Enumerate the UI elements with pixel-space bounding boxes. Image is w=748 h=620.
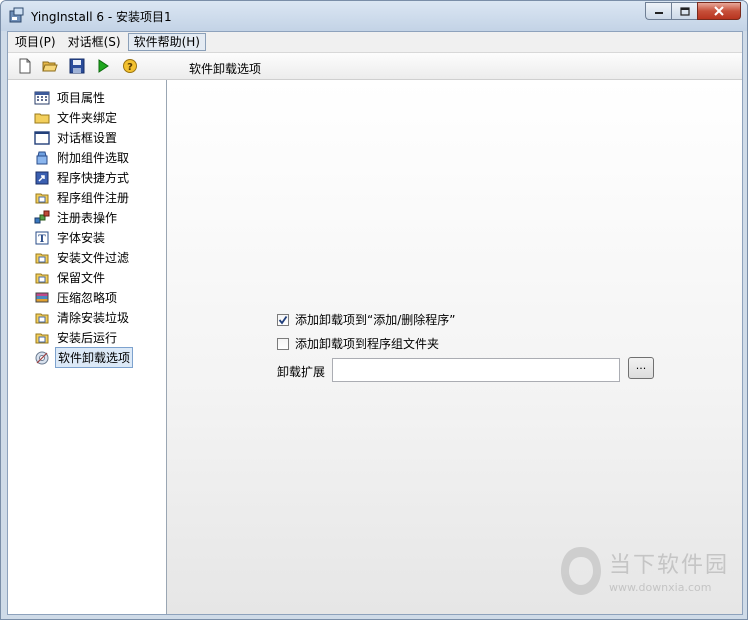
program-group-checkbox[interactable]: [277, 337, 289, 350]
sidebar-item-label: 程序组件注册: [57, 191, 130, 205]
sidebar-item-shortcuts[interactable]: 程序快捷方式: [34, 168, 131, 187]
sidebar-item-uninstall-options[interactable]: 软件卸载选项: [34, 347, 134, 368]
run-button[interactable]: [94, 57, 112, 75]
close-icon: [714, 6, 724, 16]
clean-icon: [34, 310, 50, 326]
run-after-icon: [34, 330, 50, 346]
save-button[interactable]: [68, 57, 86, 75]
new-file-icon: [19, 58, 31, 74]
sidebar-item-addon-components[interactable]: 附加组件选取: [34, 148, 131, 167]
add-remove-programs-checkbox[interactable]: [277, 313, 289, 326]
window-controls: [645, 2, 741, 20]
title-bar[interactable]: YingInstall 6 - 安装项目1: [1, 1, 747, 31]
shortcut-icon: [34, 170, 50, 186]
app-window: YingInstall 6 - 安装项目1 项目(P) 对话框(S) 软件帮助(…: [0, 0, 748, 620]
sidebar-item-label: 压缩忽略项: [57, 291, 118, 305]
uninstall-ext-input[interactable]: [332, 358, 620, 382]
minimize-button[interactable]: [645, 2, 671, 20]
sidebar-item-run-after-install[interactable]: 安装后运行: [34, 328, 119, 347]
keep-file-icon: [34, 270, 50, 286]
maximize-icon: [679, 6, 690, 16]
add-remove-programs-option[interactable]: 添加卸载项到“添加/删除程序”: [277, 311, 455, 328]
compress-icon: [34, 290, 50, 306]
menu-bar: 项目(P) 对话框(S) 软件帮助(H): [8, 32, 742, 53]
sidebar-item-folder-binding[interactable]: 文件夹绑定: [34, 108, 119, 127]
sidebar-item-label: 保留文件: [57, 271, 106, 285]
app-icon: [9, 7, 24, 23]
sidebar-item-label: 安装文件过滤: [57, 251, 130, 265]
sidebar-item-label: 清除安装垃圾: [57, 311, 130, 325]
open-folder-icon: [42, 61, 58, 72]
sidebar-item-compress-ignore[interactable]: 压缩忽略项: [34, 288, 119, 307]
play-icon: [98, 59, 109, 73]
sidebar-item-keep-files[interactable]: 保留文件: [34, 268, 107, 287]
component-icon: [34, 150, 50, 166]
watermark: 当下软件园 www.downxia.com: [557, 541, 737, 601]
help-button[interactable]: ?: [121, 57, 139, 75]
window-icon: [34, 130, 50, 146]
filter-icon: [34, 250, 50, 266]
maximize-button[interactable]: [671, 2, 697, 20]
options-panel: 添加卸载项到“添加/删除程序” 添加卸载项到程序组文件夹 卸载扩展 ...: [167, 80, 742, 614]
watermark-url: www.downxia.com: [609, 581, 712, 594]
save-icon: [69, 58, 85, 74]
menu-dialog[interactable]: 对话框(S): [63, 33, 126, 51]
grid-icon: [34, 90, 50, 106]
font-icon: T: [34, 230, 50, 246]
help-icon: ?: [123, 59, 137, 73]
register-icon: [34, 190, 50, 206]
sidebar-item-label: 软件卸载选项: [55, 347, 134, 368]
sidebar-item-label: 项目属性: [57, 91, 106, 105]
sidebar-item-registry-ops[interactable]: 注册表操作: [34, 208, 119, 227]
program-group-label: 添加卸载项到程序组文件夹: [295, 337, 440, 351]
sidebar-item-component-register[interactable]: 程序组件注册: [34, 188, 131, 207]
sidebar-item-label: 注册表操作: [57, 211, 118, 225]
add-remove-programs-label: 添加卸载项到“添加/删除程序”: [295, 313, 456, 327]
folder-icon: [34, 110, 50, 126]
sidebar-item-label: 文件夹绑定: [57, 111, 118, 125]
sidebar-item-project-properties[interactable]: 项目属性: [34, 88, 107, 107]
minimize-icon: [654, 12, 663, 14]
sidebar-item-label: 安装后运行: [57, 331, 118, 345]
sidebar-item-dialog-settings[interactable]: 对话框设置: [34, 128, 119, 147]
new-file-button[interactable]: [16, 57, 34, 75]
client-area: 项目(P) 对话框(S) 软件帮助(H) ? 软件卸载选项 项目属性 文件夹绑定…: [7, 31, 743, 615]
toolbar: ? 软件卸载选项: [8, 53, 742, 80]
program-group-option[interactable]: 添加卸载项到程序组文件夹: [277, 335, 439, 352]
sidebar-item-label: 附加组件选取: [57, 151, 130, 165]
menu-project[interactable]: 项目(P): [10, 33, 61, 51]
uninstall-icon: [34, 350, 50, 366]
watermark-text: 当下软件园: [609, 553, 730, 578]
watermark-logo-icon: [561, 547, 601, 595]
toolbar-caption: 软件卸载选项: [189, 62, 262, 76]
sidebar-tree: 项目属性 文件夹绑定 对话框设置 附加组件选取 程序快捷方式 程序组件注册 注册…: [8, 80, 167, 614]
sidebar-item-clean-junk[interactable]: 清除安装垃圾: [34, 308, 131, 327]
browse-button[interactable]: ...: [628, 357, 654, 379]
sidebar-item-label: 对话框设置: [57, 131, 118, 145]
checkmark-icon: [278, 315, 288, 324]
sidebar-item-font-install[interactable]: T 字体安装: [34, 228, 107, 247]
menu-help[interactable]: 软件帮助(H): [127, 33, 206, 51]
svg-text:T: T: [38, 234, 46, 245]
open-folder-button[interactable]: [41, 57, 59, 75]
svg-text:?: ?: [127, 62, 133, 73]
sidebar-item-label: 字体安装: [57, 231, 106, 245]
window-title: YingInstall 6 - 安装项目1: [31, 10, 172, 24]
sidebar-item-label: 程序快捷方式: [57, 171, 130, 185]
sidebar-item-install-filter[interactable]: 安装文件过滤: [34, 248, 131, 267]
close-button[interactable]: [697, 2, 741, 20]
uninstall-ext-label: 卸载扩展: [277, 365, 326, 379]
registry-icon: [34, 210, 50, 226]
